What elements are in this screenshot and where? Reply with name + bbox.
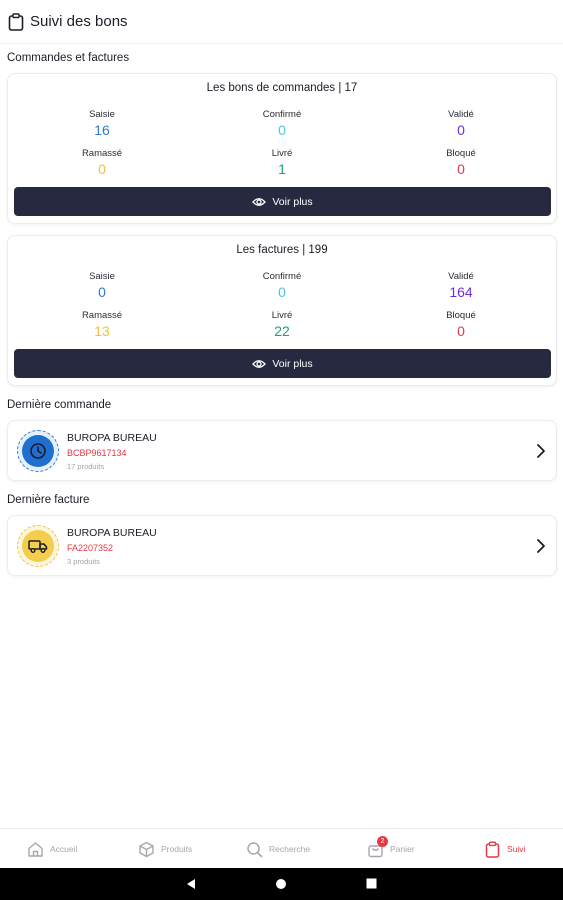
nav-item-panier[interactable]: 2 Panier bbox=[367, 829, 415, 869]
clipboard-icon bbox=[485, 841, 500, 858]
nav-label: Produits bbox=[161, 844, 193, 854]
stat-label: Saisie bbox=[89, 109, 115, 120]
recents-icon[interactable] bbox=[366, 878, 377, 889]
stat-label: Confirmé bbox=[262, 271, 302, 282]
search-icon bbox=[247, 841, 263, 857]
order-product-count: 17 produits bbox=[67, 462, 105, 471]
invoice-product-count: 3 produits bbox=[67, 557, 100, 566]
orders-summary-card: Les bons de commandes | 17 Saisie 16 Con… bbox=[7, 73, 557, 224]
stat-value: 0 bbox=[98, 161, 106, 177]
cart-count-badge: 2 bbox=[377, 836, 388, 847]
stat-bloque: Bloqué 0 bbox=[401, 309, 521, 340]
invoice-status-avatar bbox=[17, 525, 59, 567]
order-reference: BCBP9617134 bbox=[67, 448, 127, 458]
stat-label: Livré bbox=[271, 148, 293, 159]
stat-saisie: Saisie 0 bbox=[42, 270, 162, 301]
page-title: Suivi des bons bbox=[30, 13, 128, 30]
stat-value: 0 bbox=[457, 122, 465, 138]
chevron-right-icon bbox=[537, 539, 545, 553]
invoice-client-name: BUROPA BUREAU bbox=[67, 527, 157, 539]
stat-valide: Validé 164 bbox=[401, 270, 521, 301]
last-order-title: Dernière commande bbox=[7, 399, 112, 411]
stat-value: 1 bbox=[278, 161, 286, 177]
stat-label: Saisie bbox=[89, 271, 115, 282]
stat-value: 0 bbox=[278, 122, 286, 138]
invoice-reference: FA2207352 bbox=[67, 543, 114, 553]
stat-label: Validé bbox=[448, 109, 474, 120]
back-icon[interactable] bbox=[185, 878, 197, 890]
invoices-summary-card: Les factures | 199 Saisie 0 Confirmé 0 V… bbox=[7, 235, 557, 386]
stat-label: Validé bbox=[448, 271, 474, 282]
stat-value: 13 bbox=[94, 323, 110, 339]
nav-label: Accueil bbox=[50, 844, 78, 854]
nav-item-suivi[interactable]: Suivi bbox=[484, 829, 525, 869]
order-client-name: BUROPA BUREAU bbox=[67, 432, 157, 444]
nav-item-produits[interactable]: Produits bbox=[138, 829, 192, 869]
stat-label: Ramassé bbox=[81, 310, 123, 321]
box-icon bbox=[139, 841, 154, 857]
invoices-card-title: Les factures | 199 bbox=[236, 244, 328, 256]
home-button-icon[interactable] bbox=[275, 878, 287, 890]
stat-confirme: Confirmé 0 bbox=[222, 270, 342, 301]
nav-label: Suivi bbox=[507, 844, 526, 854]
stat-label: Confirmé bbox=[262, 109, 302, 120]
stat-label: Bloqué bbox=[446, 148, 476, 159]
bottom-navigation: Accueil Produits Recherche 2 Panier Suiv… bbox=[0, 828, 563, 868]
clipboard-icon bbox=[8, 12, 24, 31]
stat-label: Ramassé bbox=[81, 148, 123, 159]
stat-livre: Livré 1 bbox=[222, 147, 342, 178]
stat-value: 16 bbox=[94, 122, 110, 138]
order-status-avatar bbox=[17, 430, 59, 472]
eye-icon bbox=[252, 359, 267, 368]
clock-icon bbox=[30, 443, 46, 459]
button-label: Voir plus bbox=[272, 357, 313, 370]
nav-item-recherche[interactable]: Recherche bbox=[246, 829, 310, 869]
nav-label: Recherche bbox=[269, 844, 311, 854]
last-invoice-title: Dernière facture bbox=[7, 494, 90, 506]
nav-item-accueil[interactable]: Accueil bbox=[27, 829, 77, 869]
stat-value: 164 bbox=[449, 284, 473, 300]
truck-icon bbox=[28, 540, 48, 553]
section-orders-invoices-title: Commandes et factures bbox=[7, 52, 130, 64]
stat-label: Bloqué bbox=[446, 310, 476, 321]
stat-livre: Livré 22 bbox=[222, 309, 342, 340]
stat-ramasse: Ramassé 13 bbox=[42, 309, 162, 340]
stat-valide: Validé 0 bbox=[401, 108, 521, 139]
orders-voir-plus-button[interactable]: Voir plus bbox=[14, 187, 551, 216]
invoices-voir-plus-button[interactable]: Voir plus bbox=[14, 349, 551, 378]
stat-saisie: Saisie 16 bbox=[42, 108, 162, 139]
app-bar: Suivi des bons bbox=[0, 0, 563, 44]
button-label: Voir plus bbox=[272, 195, 313, 208]
stat-confirme: Confirmé 0 bbox=[222, 108, 342, 139]
orders-card-title: Les bons de commandes | 17 bbox=[206, 82, 358, 94]
stat-value: 22 bbox=[274, 323, 290, 339]
eye-icon bbox=[252, 197, 267, 206]
stat-bloque: Bloqué 0 bbox=[401, 147, 521, 178]
system-navigation-bar bbox=[0, 868, 563, 900]
last-invoice-card[interactable]: BUROPA BUREAU FA2207352 3 produits bbox=[7, 515, 557, 576]
stat-value: 0 bbox=[98, 284, 106, 300]
home-icon bbox=[28, 841, 43, 857]
stat-value: 0 bbox=[457, 323, 465, 339]
nav-label: Panier bbox=[390, 844, 415, 854]
stat-label: Livré bbox=[271, 310, 293, 321]
chevron-right-icon bbox=[537, 444, 545, 458]
stat-value: 0 bbox=[278, 284, 286, 300]
stat-value: 0 bbox=[457, 161, 465, 177]
stat-ramasse: Ramassé 0 bbox=[42, 147, 162, 178]
last-order-card[interactable]: BUROPA BUREAU BCBP9617134 17 produits bbox=[7, 420, 557, 481]
